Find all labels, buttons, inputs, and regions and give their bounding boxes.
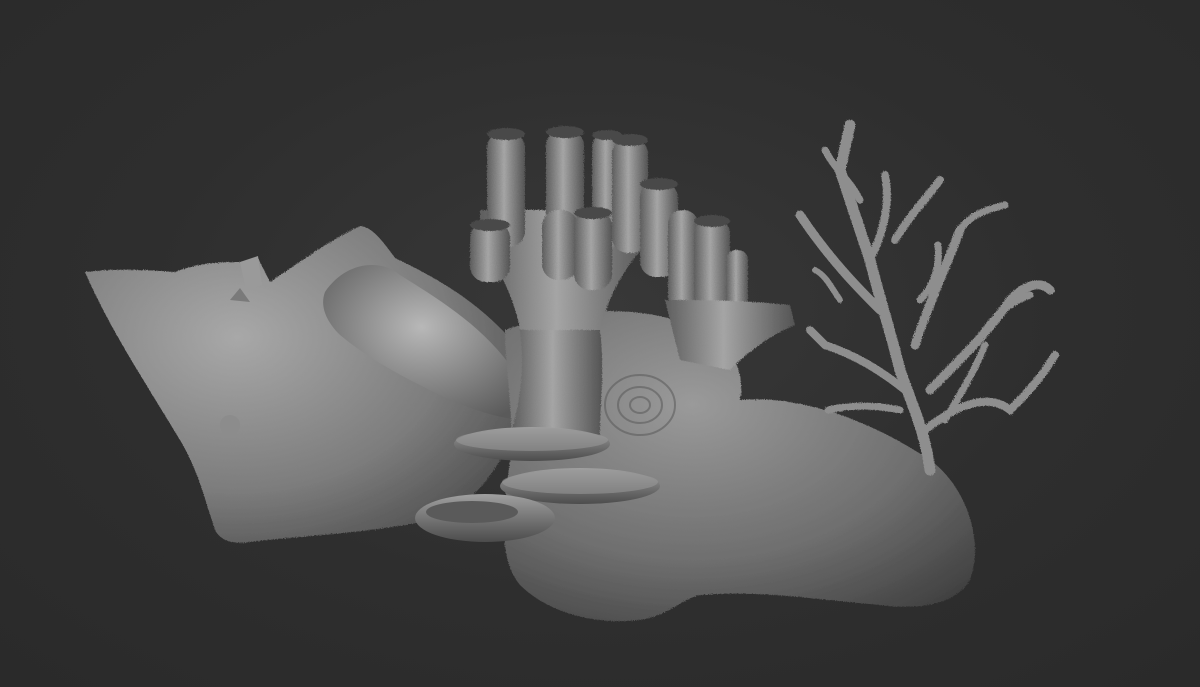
3d-viewport[interactable] (0, 0, 1200, 687)
conch-shell (85, 226, 520, 543)
sculpt-render (85, 119, 1059, 622)
